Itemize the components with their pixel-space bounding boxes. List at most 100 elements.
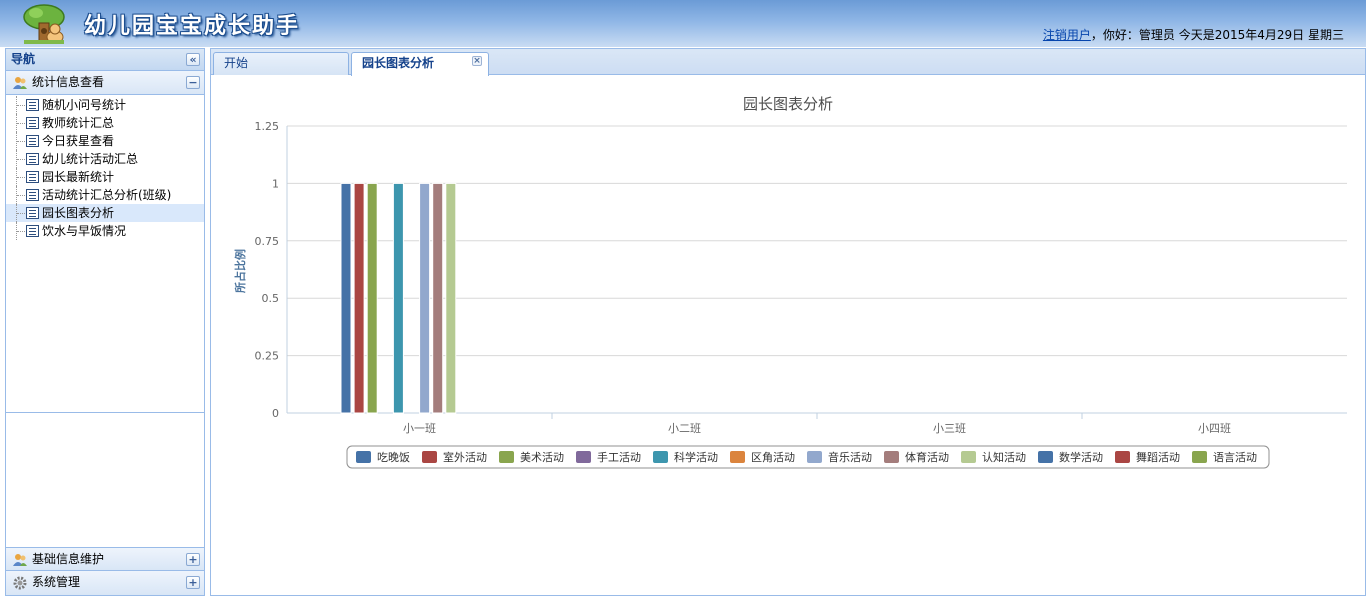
bar[interactable] <box>366 182 378 414</box>
legend-item[interactable]: 体育活动 <box>884 450 949 464</box>
y-axis-label: 所占比例 <box>233 249 247 293</box>
legend-swatch <box>653 451 668 463</box>
legend-swatch <box>1115 451 1130 463</box>
y-tick-label: 1.25 <box>255 120 280 133</box>
legend-swatch <box>961 451 976 463</box>
legend-label: 室外活动 <box>443 450 487 464</box>
tab-bar: 开始 园长图表分析 × <box>211 49 1365 76</box>
legend-item[interactable]: 手工活动 <box>576 450 641 464</box>
legend-item[interactable]: 科学活动 <box>653 450 718 464</box>
y-tick-label: 0.75 <box>255 235 280 248</box>
accordion-header-system[interactable]: 系统管理 + <box>6 571 204 595</box>
legend-label: 区角活动 <box>751 451 795 464</box>
chart-legend: 吃晚饭 室外活动 美术活动 手工活动 科学活动 区角活动 音乐活动 体育活动 认知活动 数学活动 舞… <box>346 445 1270 469</box>
bar[interactable] <box>392 182 404 414</box>
list-node-icon <box>26 135 39 147</box>
collapse-section-icon[interactable]: − <box>186 76 200 89</box>
nav-item-class-activity-analysis[interactable]: 活动统计汇总分析(班级) <box>6 186 204 204</box>
legend-item[interactable]: 数学活动 <box>1038 450 1103 464</box>
bar[interactable] <box>419 182 431 414</box>
list-node-icon <box>26 117 39 129</box>
accordion-label: 基础信息维护 <box>32 552 105 566</box>
accordion-label: 系统管理 <box>32 575 81 589</box>
legend-item[interactable]: 区角活动 <box>730 451 795 464</box>
expand-section-icon[interactable]: + <box>186 553 200 566</box>
legend-item[interactable]: 美术活动 <box>499 451 564 464</box>
legend-label: 吃晚饭 <box>377 451 410 464</box>
legend-label: 科学活动 <box>674 450 718 464</box>
nav-item-label: 饮水与早饭情况 <box>42 224 127 238</box>
nav-panel: 导航 « 统计信息查看 − 随机小问号统计 教师统计汇总 今日获星查看 幼儿统计… <box>5 48 205 596</box>
tab-director-chart[interactable]: 园长图表分析 × <box>351 52 489 76</box>
bar[interactable] <box>340 182 352 414</box>
chart-title: 园长图表分析 <box>743 95 833 113</box>
x-tick-label: 小四班 <box>1198 422 1231 435</box>
tree-logo-icon <box>23 4 65 44</box>
legend-label: 语言活动 <box>1213 451 1257 464</box>
gear-icon <box>13 576 27 590</box>
nav-item-label: 今日获星查看 <box>42 134 115 148</box>
nav-item-label: 幼儿统计活动汇总 <box>42 152 139 166</box>
legend-swatch <box>884 451 899 463</box>
legend-item[interactable]: 音乐活动 <box>807 450 872 464</box>
bar[interactable] <box>432 182 444 414</box>
nav-item-water-breakfast[interactable]: 饮水与早饭情况 <box>6 222 204 240</box>
legend-swatch <box>499 451 514 463</box>
nav-item-director-chart[interactable]: 园长图表分析 <box>6 204 204 222</box>
collapse-nav-icon[interactable]: « <box>186 53 200 66</box>
accordion-label: 统计信息查看 <box>32 75 105 89</box>
logout-link[interactable]: 注销用户 <box>1043 28 1091 42</box>
user-group-icon <box>13 554 27 566</box>
legend-item[interactable]: 室外活动 <box>422 450 487 464</box>
legend-swatch <box>807 451 822 463</box>
legend-item[interactable]: 舞蹈活动 <box>1115 451 1180 464</box>
nav-title: 导航 <box>11 52 36 66</box>
legend-item[interactable]: 认知活动 <box>961 450 1026 464</box>
accordion-header-stats[interactable]: 统计信息查看 − <box>6 71 204 95</box>
tab-label: 开始 <box>224 56 249 70</box>
accordion-header-basic-info[interactable]: 基础信息维护 + <box>6 547 204 571</box>
bar[interactable] <box>445 182 457 414</box>
tab-start[interactable]: 开始 <box>213 52 349 75</box>
nav-item-teacher-stats[interactable]: 教师统计汇总 <box>6 114 204 132</box>
legend-label: 舞蹈活动 <box>1136 451 1180 464</box>
x-tick-label: 小一班 <box>403 422 436 435</box>
legend-label: 美术活动 <box>520 451 564 464</box>
legend-label: 认知活动 <box>982 450 1026 464</box>
close-tab-icon[interactable]: × <box>472 56 482 66</box>
list-node-icon <box>26 153 39 165</box>
nav-item-label: 园长图表分析 <box>42 206 115 220</box>
list-node-icon <box>26 171 39 183</box>
legend-item[interactable]: 语言活动 <box>1192 451 1257 464</box>
app-header: 幼儿园宝宝成长助手 注销用户，你好：管理员 今天是2015年4月29日 星期三 <box>0 0 1366 47</box>
tab-label: 园长图表分析 <box>362 56 435 70</box>
app-title: 幼儿园宝宝成长助手 <box>84 14 301 39</box>
nav-item-director-latest[interactable]: 园长最新统计 <box>6 168 204 186</box>
legend-swatch <box>576 451 591 463</box>
legend-swatch <box>422 451 437 463</box>
bar[interactable] <box>353 182 365 414</box>
nav-item-child-activity[interactable]: 幼儿统计活动汇总 <box>6 150 204 168</box>
y-tick-label: 0.5 <box>262 292 280 305</box>
legend-label: 音乐活动 <box>828 450 872 464</box>
user-group-icon <box>13 77 27 89</box>
list-node-icon <box>26 225 39 237</box>
nav-item-random-question[interactable]: 随机小问号统计 <box>6 96 204 114</box>
nav-item-label: 教师统计汇总 <box>42 116 115 130</box>
expand-section-icon[interactable]: + <box>186 576 200 589</box>
legend-label: 手工活动 <box>597 450 641 464</box>
legend-swatch <box>1038 451 1053 463</box>
legend-item[interactable]: 吃晚饭 <box>356 451 410 464</box>
y-tick-label: 0.25 <box>255 350 280 363</box>
legend-label: 体育活动 <box>905 450 949 464</box>
y-tick-label: 1 <box>272 177 279 190</box>
list-node-icon <box>26 99 39 111</box>
nav-item-today-stars[interactable]: 今日获星查看 <box>6 132 204 150</box>
nav-tree: 随机小问号统计 教师统计汇总 今日获星查看 幼儿统计活动汇总 园长最新统计 活动… <box>6 95 204 413</box>
nav-item-label: 随机小问号统计 <box>42 98 127 112</box>
bar-chart: 园长图表分析 0 0.25 0.5 0.75 1 1.25 小一班 小二班 小三班 小四班 所占… <box>233 95 1347 469</box>
list-node-icon <box>26 207 39 219</box>
legend-swatch <box>730 451 745 463</box>
legend-label: 数学活动 <box>1059 450 1103 464</box>
x-tick-label: 小二班 <box>668 422 701 435</box>
